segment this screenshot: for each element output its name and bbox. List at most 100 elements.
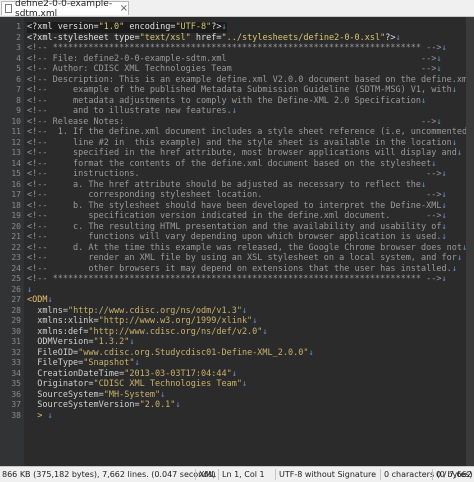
- code-line[interactable]: 26 ↓: [0, 285, 466, 296]
- code-line[interactable]: 17 <!-- corresponding stylesheet location…: [0, 190, 466, 201]
- code-line[interactable]: 27 <ODM↓: [0, 295, 466, 306]
- line-number: 2: [16, 32, 21, 42]
- code-line[interactable]: 9 <!-- and to illustrate new features.↓: [0, 106, 466, 117]
- code-line[interactable]: 25 <!-- *********************************…: [0, 274, 466, 285]
- line-number: 20: [11, 221, 21, 231]
- status-lines: 0 / 7,662 lines: [436, 470, 474, 479]
- code-token: "CDISC XML Technologies Team": [93, 379, 242, 389]
- code-line[interactable]: 30 xmlns:def="http://www.cdisc.org/ns/de…: [0, 327, 466, 338]
- status-position[interactable]: Ln 1, Col 1: [222, 470, 265, 479]
- code-token: <!-- instructions. -->: [27, 169, 442, 179]
- code-line[interactable]: 31 ODMVersion="1.3.2"↓: [0, 337, 466, 348]
- line-end-marker: ↓: [431, 158, 437, 169]
- code-token: "1.0": [98, 22, 125, 32]
- line-text: xmlns:def="http://www.cdisc.org/ns/def/v…: [27, 327, 267, 338]
- line-number: 36: [11, 389, 21, 399]
- code-editor[interactable]: 1 <?xml version="1.0" encoding="UTF-8"?>↓…: [0, 17, 474, 466]
- code-token: CreationDateTime=: [27, 368, 125, 379]
- code-line[interactable]: 1 <?xml version="1.0" encoding="UTF-8"?>↓: [0, 22, 466, 33]
- code-token: "../stylesheets/define2-0-0.xsl": [221, 32, 386, 43]
- line-text: FileOID="www.cdisc.org.Studycdisc01-Defi…: [27, 347, 314, 359]
- code-token: <!-- specified in the href attribute, mo…: [27, 148, 457, 158]
- close-icon[interactable]: ×: [120, 3, 128, 14]
- line-number: 9: [16, 106, 21, 115]
- code-line[interactable]: 29 xmlns:xlink="http://www.w3.org/1999/x…: [0, 316, 466, 327]
- code-token: "2.0.1": [139, 400, 176, 410]
- code-line[interactable]: 8 <!-- metadata adjustments to comply wit…: [0, 96, 466, 107]
- line-number: 24: [11, 263, 21, 273]
- code-line[interactable]: 5 <!-- Author: CDISC XML Technologies Tea…: [0, 64, 466, 75]
- code-line[interactable]: 19 <!-- specification version indicated i…: [0, 211, 466, 222]
- line-number: 1: [16, 22, 21, 31]
- code-line[interactable]: 3 <!-- **********************************…: [0, 43, 466, 54]
- code-line[interactable]: 28 xmlns="http://www.cdisc.org/ns/odm/v1…: [0, 306, 466, 317]
- code-line[interactable]: 35 Originator="CDISC XML Technologies Te…: [0, 379, 466, 390]
- line-number: 8: [16, 95, 21, 105]
- code-line[interactable]: 21 <!-- functions will vary depending upo…: [0, 232, 466, 243]
- code-line[interactable]: 10 <!-- Release Notes: -->↓: [0, 117, 466, 128]
- code-line[interactable]: 38 > ↓: [0, 411, 466, 422]
- code-line[interactable]: 16 <!-- a. The href attribute should be a…: [0, 180, 466, 191]
- code-line[interactable]: 34 CreationDateTime="2013-03-03T17:04:44…: [0, 369, 466, 380]
- code-token: href=: [190, 32, 222, 43]
- code-token: FileOID=: [27, 347, 79, 358]
- code-token: <!-- specification version indicated in …: [27, 211, 442, 221]
- code-area[interactable]: 1 <?xml version="1.0" encoding="UTF-8"?>↓…: [0, 22, 474, 422]
- code-line[interactable]: 2 <?xml-stylesheet type="text/xsl" href="…: [0, 33, 466, 44]
- line-number: 31: [11, 337, 21, 346]
- code-line[interactable]: 22 <!-- d. At the time this example was r…: [0, 243, 467, 254]
- code-line[interactable]: 14 <!-- format the contents of the define…: [0, 159, 466, 170]
- line-end-marker: ↓: [308, 347, 314, 358]
- code-line[interactable]: 33 FileType="Snapshot"↓: [0, 358, 466, 369]
- code-line[interactable]: 12 <!-- line #2 in this example) and the …: [0, 138, 466, 149]
- line-text: <!-- and to illustrate new features.↓: [27, 106, 237, 117]
- code-line[interactable]: 20 <!-- c. The resulting HTML presentatio…: [0, 222, 466, 233]
- line-text: SourceSystem="MH-System"↓: [27, 390, 165, 401]
- line-text: Originator="CDISC XML Technologies Team"…: [27, 379, 247, 390]
- code-token: xmlns:xlink=: [27, 316, 99, 326]
- code-token: <ODM: [27, 295, 48, 305]
- line-text: <!-- specified in the href attribute, mo…: [27, 148, 462, 159]
- code-token: >: [27, 410, 43, 421]
- line-number: 7: [16, 85, 21, 94]
- status-separator: [218, 469, 219, 480]
- status-language[interactable]: XML: [199, 470, 216, 479]
- code-line[interactable]: 37 SourceSystemVersion="2.0.1"↓: [0, 400, 466, 411]
- line-text: <!-- example of the published Metadata S…: [27, 85, 457, 96]
- line-text: xmlns="http://www.cdisc.org/ns/odm/v1.3"…: [27, 306, 247, 317]
- code-line[interactable]: 6 <!-- Description: This is an example de…: [0, 74, 474, 86]
- line-end-marker: ↓: [231, 368, 237, 379]
- code-token: "http://www.cdisc.org/ns/odm/v1.3": [67, 305, 242, 316]
- code-line[interactable]: 4 <!-- File: define2-0-0-example-sdtm.xml…: [0, 54, 466, 65]
- line-text: <!-- functions will vary depending upon …: [27, 232, 447, 243]
- code-line[interactable]: 32 FileOID="www.cdisc.org.Studycdisc01-D…: [0, 348, 466, 359]
- code-token: <!-- render an XML file by using an XSL …: [27, 253, 457, 263]
- code-line[interactable]: 11 <!-- 1. If the define.xml document inc…: [0, 127, 472, 138]
- line-text: ↓: [27, 285, 32, 296]
- code-token: <!-- Description: This is an example def…: [27, 74, 473, 85]
- line-number: 3: [16, 43, 21, 52]
- code-line[interactable]: 23 <!-- render an XML file by using an XS…: [0, 253, 466, 264]
- code-line[interactable]: 24 <!-- other browsers it may depend on e…: [0, 264, 466, 275]
- code-token: <!-- b. The stylesheet should have been …: [27, 200, 442, 211]
- status-encoding[interactable]: UTF-8 without Signature: [279, 470, 376, 479]
- line-end-marker: ↓: [441, 43, 447, 53]
- line-end-marker: ↓: [160, 389, 166, 400]
- code-line[interactable]: 15 <!-- instructions. -->↓: [0, 169, 466, 180]
- code-token: xmlns=: [27, 305, 68, 316]
- status-bar: 866 KB (375,182 bytes), 7,662 lines. (0.…: [0, 466, 474, 482]
- line-number: 21: [11, 232, 21, 241]
- code-line[interactable]: 13 <!-- specified in the href attribute, …: [0, 148, 466, 159]
- code-line[interactable]: 7 <!-- example of the published Metadata …: [0, 85, 466, 96]
- line-text: CreationDateTime="2013-03-03T17:04:44"↓: [27, 369, 237, 380]
- code-line[interactable]: 18 <!-- b. The stylesheet should have bee…: [0, 201, 466, 212]
- tab-file[interactable]: define2-0-0-example-sdtm.xml ×: [1, 0, 129, 19]
- code-token: <!-- ***********************************…: [27, 43, 442, 53]
- line-text: <!-- Release Notes: -->↓: [27, 117, 442, 128]
- vertical-scrollbar[interactable]: [466, 17, 474, 466]
- line-end-marker: ↓: [241, 379, 248, 389]
- line-number: 6: [16, 74, 21, 84]
- line-text: <!-- b. The stylesheet should have been …: [27, 201, 447, 212]
- code-token: ?>: [385, 32, 396, 43]
- code-line[interactable]: 36 SourceSystem="MH-System"↓: [0, 390, 466, 401]
